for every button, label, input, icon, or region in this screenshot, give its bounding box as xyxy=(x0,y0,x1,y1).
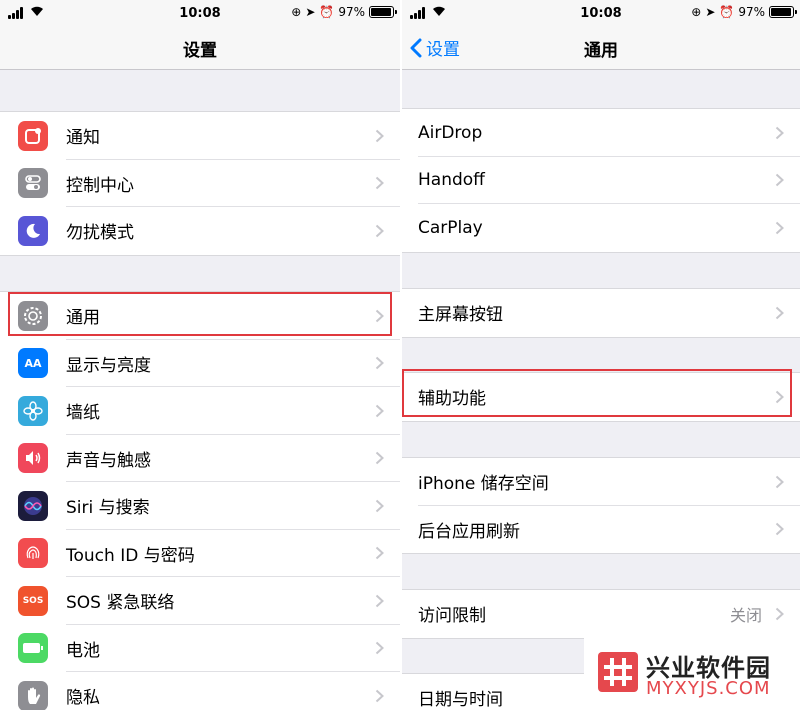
chevron-right-icon xyxy=(775,306,784,319)
chevron-right-icon xyxy=(775,475,784,488)
general-group-4: iPhone 储存空间 后台应用刷新 xyxy=(402,457,800,554)
chevron-right-icon xyxy=(775,523,784,536)
chevron-right-icon xyxy=(775,607,784,620)
navigation-bar: 设置 xyxy=(0,28,400,70)
settings-item-general[interactable]: 通用 xyxy=(0,292,400,340)
hand-icon xyxy=(18,680,48,710)
general-item-iphone-storage[interactable]: iPhone 储存空间 xyxy=(402,458,800,506)
alarm-icon: ⏰ xyxy=(719,5,735,19)
chevron-right-icon xyxy=(775,174,784,187)
chevron-right-icon xyxy=(375,177,384,190)
notifications-icon xyxy=(18,120,48,151)
restrictions-value: 关闭 xyxy=(729,605,762,625)
settings-item-notifications[interactable]: 通知 xyxy=(0,112,400,160)
watermark-url: MYXYJS.COM xyxy=(646,678,771,699)
general-group-2: 主屏幕按钮 xyxy=(402,288,800,338)
settings-item-sounds[interactable]: 声音与触感 xyxy=(0,435,400,482)
page-title: 设置 xyxy=(183,41,217,61)
general-item-background-refresh[interactable]: 后台应用刷新 xyxy=(402,506,800,554)
status-bar: 10:08 ⊕ ➤ ⏰ 97% xyxy=(402,0,800,28)
battery-percent: 97% xyxy=(738,5,765,19)
display-icon: AA xyxy=(18,348,48,379)
general-group-3: 辅助功能 xyxy=(402,372,800,422)
general-group-5: 访问限制 关闭 xyxy=(402,589,800,639)
gear-icon xyxy=(18,300,48,331)
location-icon: ➤ xyxy=(705,5,716,19)
settings-group-1: 通知 控制中心 勿扰模式 xyxy=(0,111,400,256)
chevron-right-icon xyxy=(375,594,384,607)
general-screen: 10:08 ⊕ ➤ ⏰ 97% 设置 通用 AirDrop Handoff Ca… xyxy=(402,0,800,710)
chevron-right-icon xyxy=(375,404,384,417)
alarm-icon: ⏰ xyxy=(319,5,335,19)
chevron-right-icon xyxy=(375,357,384,370)
general-item-airdrop[interactable]: AirDrop xyxy=(402,109,800,157)
chevron-right-icon xyxy=(375,309,384,322)
watermark-logo-icon xyxy=(598,652,638,692)
general-item-accessibility[interactable]: 辅助功能 xyxy=(402,373,800,421)
rotation-lock-icon: ⊕ xyxy=(691,5,702,19)
settings-item-wallpaper[interactable]: 墙纸 xyxy=(0,387,400,435)
general-item-carplay[interactable]: CarPlay xyxy=(402,204,800,252)
settings-screen: 10:08 ⊕ ➤ ⏰ 97% 设置 通知 控制中心 勿扰模式 通用 AA 显示… xyxy=(0,0,400,710)
page-title: 通用 xyxy=(584,41,618,61)
chevron-right-icon xyxy=(375,642,384,655)
chevron-right-icon xyxy=(375,547,384,560)
control-center-icon xyxy=(18,168,48,199)
chevron-right-icon xyxy=(375,499,384,512)
settings-item-privacy[interactable]: 隐私 xyxy=(0,672,400,710)
location-icon: ➤ xyxy=(305,5,316,19)
chevron-right-icon xyxy=(375,689,384,702)
settings-item-display[interactable]: AA 显示与亮度 xyxy=(0,340,400,387)
chevron-right-icon xyxy=(775,390,784,403)
chevron-right-icon xyxy=(375,129,384,142)
settings-item-do-not-disturb[interactable]: 勿扰模式 xyxy=(0,207,400,255)
wallpaper-icon xyxy=(18,395,48,426)
general-item-home-button[interactable]: 主屏幕按钮 xyxy=(402,289,800,337)
sound-icon xyxy=(18,443,48,474)
settings-item-control-center[interactable]: 控制中心 xyxy=(0,160,400,207)
settings-item-battery[interactable]: 电池 xyxy=(0,625,400,672)
rotation-lock-icon: ⊕ xyxy=(291,5,302,19)
chevron-right-icon xyxy=(775,126,784,139)
general-item-handoff[interactable]: Handoff xyxy=(402,157,800,204)
battery-icon xyxy=(18,633,48,664)
moon-icon xyxy=(18,215,48,246)
settings-item-touch-id[interactable]: Touch ID 与密码 xyxy=(0,530,400,577)
settings-item-siri[interactable]: Siri 与搜索 xyxy=(0,482,400,530)
battery-status-icon xyxy=(769,6,797,18)
chevron-right-icon xyxy=(375,224,384,237)
battery-status-icon xyxy=(369,6,397,18)
settings-item-sos[interactable]: SOS SOS 紧急联络 xyxy=(0,577,400,625)
chevron-right-icon xyxy=(375,452,384,465)
general-item-restrictions[interactable]: 访问限制 关闭 xyxy=(402,590,800,638)
navigation-bar: 设置 通用 xyxy=(402,28,800,70)
settings-group-2: 通用 AA 显示与亮度 墙纸 声音与触感 Siri 与搜索 Touch ID 与… xyxy=(0,291,400,710)
watermark: 兴业软件园 MYXYJS.COM xyxy=(584,634,800,710)
status-bar: 10:08 ⊕ ➤ ⏰ 97% xyxy=(0,0,400,28)
fingerprint-icon xyxy=(18,538,48,569)
battery-percent: 97% xyxy=(338,5,365,19)
general-group-1: AirDrop Handoff CarPlay xyxy=(402,108,800,253)
chevron-right-icon xyxy=(775,221,784,234)
sos-icon: SOS xyxy=(18,585,48,616)
siri-icon xyxy=(18,490,48,521)
